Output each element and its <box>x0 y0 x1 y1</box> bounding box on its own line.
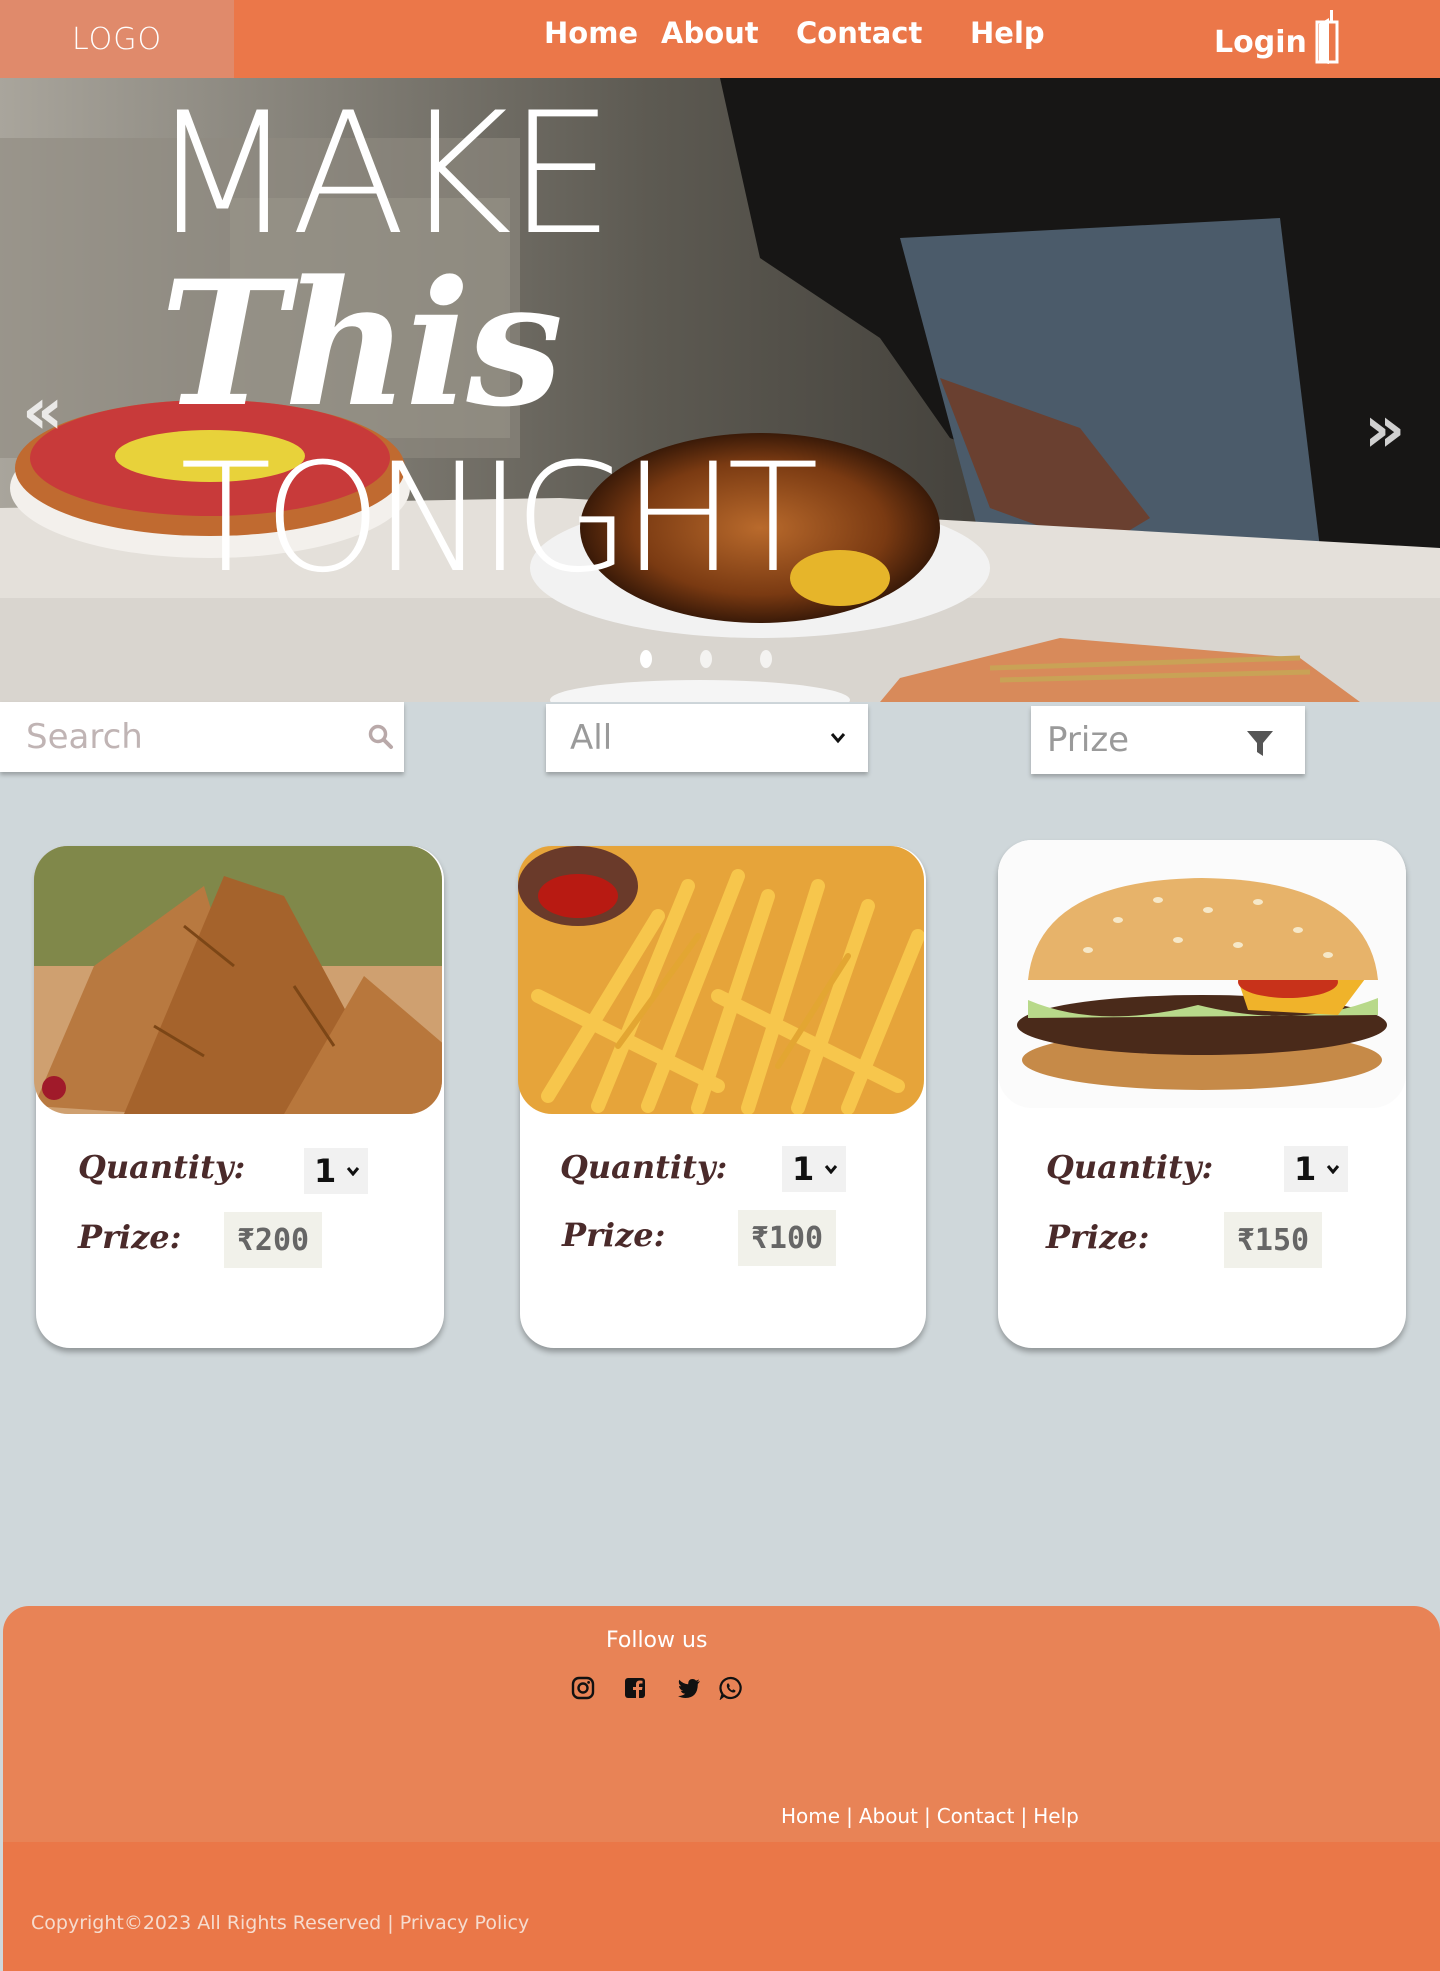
prize-filter-label: Prize <box>1047 720 1130 760</box>
price-value: ₹150 <box>1224 1212 1322 1268</box>
footer-home-link[interactable]: Home <box>781 1804 840 1828</box>
chevron-down-icon <box>346 1167 360 1176</box>
category-select[interactable]: All <box>546 704 868 772</box>
category-selected-value: All <box>570 718 613 758</box>
prize-label: Prize: <box>1046 1218 1150 1256</box>
search-icon[interactable] <box>368 724 394 750</box>
filter-icon <box>1247 731 1273 756</box>
prize-filter[interactable]: Prize <box>1031 706 1305 774</box>
footer-bottom-bar <box>3 1842 1440 1971</box>
search-input[interactable] <box>24 716 348 758</box>
copyright-text: Copyright©2023 All Rights Reserved | Pri… <box>31 1912 530 1934</box>
product-card-burger: Quantity: 1 Prize: ₹150 <box>998 840 1406 1348</box>
hero-carousel: MAKE This TONIGHT « » <box>0 78 1440 702</box>
price-value: ₹200 <box>224 1212 322 1268</box>
whatsapp-icon[interactable] <box>719 1676 743 1700</box>
hero-title-tonight: TONIGHT <box>180 432 819 606</box>
nav-contact-link[interactable]: Contact <box>796 16 922 50</box>
nav-home-link[interactable]: Home <box>544 16 638 50</box>
carousel-dot-3[interactable] <box>760 650 772 668</box>
chevron-down-icon <box>824 1165 838 1174</box>
door-icon <box>1315 10 1339 64</box>
login-button[interactable]: Login <box>1214 10 1341 64</box>
footer-about-link[interactable]: About <box>859 1804 918 1828</box>
footer-links: Home | About | Contact | Help <box>781 1804 1079 1828</box>
hero-title-make: MAKE <box>150 78 614 272</box>
chevron-down-icon <box>1326 1165 1340 1174</box>
product-image-burger <box>998 840 1406 1108</box>
quantity-label: Quantity: <box>78 1148 246 1186</box>
twitter-icon[interactable] <box>677 1676 701 1700</box>
footer-contact-link[interactable]: Contact <box>937 1804 1015 1828</box>
carousel-dot-2[interactable] <box>700 650 712 668</box>
search-box <box>0 702 404 772</box>
carousel-indicators <box>640 650 772 668</box>
quantity-label: Quantity: <box>1046 1148 1214 1186</box>
footer: Follow us Home | About | Contact | Help … <box>3 1606 1440 1971</box>
footer-help-link[interactable]: Help <box>1033 1804 1079 1828</box>
prize-label: Prize: <box>562 1216 666 1254</box>
top-navbar: LOGO Home About Contact Help Login <box>0 0 1440 78</box>
product-card-fries: Quantity: 1 Prize: ₹100 <box>518 846 926 1348</box>
carousel-dot-1[interactable] <box>640 650 652 668</box>
quantity-value: 1 <box>1294 1150 1317 1188</box>
product-image-fries <box>518 846 924 1114</box>
quantity-value: 1 <box>792 1150 815 1188</box>
nav-about-link[interactable]: About <box>661 16 759 50</box>
instagram-icon[interactable] <box>571 1676 595 1700</box>
logo[interactable]: LOGO <box>0 0 234 78</box>
follow-us-heading: Follow us <box>606 1628 708 1653</box>
quantity-value: 1 <box>314 1152 337 1190</box>
facebook-icon[interactable] <box>623 1676 647 1700</box>
footer-separator: | <box>846 1804 853 1828</box>
nav-help-link[interactable]: Help <box>970 16 1045 50</box>
quantity-select[interactable]: 1 <box>782 1146 846 1192</box>
hero-title-this: This <box>160 242 563 445</box>
carousel-next-arrow[interactable]: » <box>1364 398 1405 462</box>
login-label: Login <box>1214 24 1307 60</box>
footer-separator: | <box>1020 1804 1028 1828</box>
quantity-select[interactable]: 1 <box>304 1148 368 1194</box>
quantity-select[interactable]: 1 <box>1284 1146 1348 1192</box>
quantity-label: Quantity: <box>560 1148 728 1186</box>
prize-label: Prize: <box>78 1218 182 1256</box>
product-image-samosa <box>34 846 442 1114</box>
product-card-samosa: Quantity: 1 Prize: ₹200 <box>34 846 444 1348</box>
price-value: ₹100 <box>738 1210 836 1266</box>
chevron-down-icon <box>830 733 846 744</box>
footer-separator: | <box>923 1804 931 1828</box>
carousel-prev-arrow[interactable]: « <box>22 380 63 444</box>
